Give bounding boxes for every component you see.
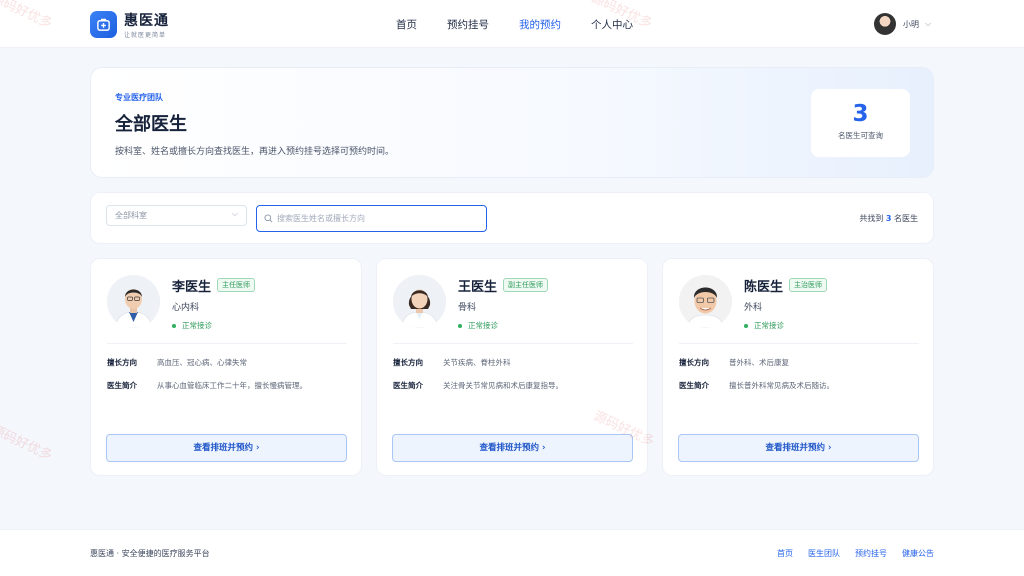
hero-banner: 专业医疗团队 全部医生 按科室、姓名或擅长方向查找医生，再进入预约挂号选择可预约… <box>90 67 934 178</box>
bio-label: 医生简介 <box>393 381 423 390</box>
doctor-bio-row: 医生简介 擅长普外科常见病及术后随访。 <box>679 380 834 391</box>
status-dot-icon <box>458 324 462 328</box>
hero-tag: 专业医疗团队 <box>115 93 163 102</box>
view-schedule-book-button[interactable]: 查看排班并预约 › <box>106 434 347 462</box>
footer-links: 首页 医生团队 预约挂号 健康公告 <box>762 548 934 559</box>
footer-text: 惠医通 · 安全便捷的医疗服务平台 <box>90 549 210 558</box>
specialty-label: 擅长方向 <box>107 358 137 367</box>
result-count-value: 3 <box>885 214 892 223</box>
brand-name[interactable]: 惠医通 <box>124 10 169 30</box>
doctor-name: 李医生 <box>172 280 212 295</box>
status-dot-icon <box>744 324 748 328</box>
footer-link-announcements[interactable]: 健康公告 <box>902 548 934 559</box>
nav-item-booking[interactable]: 预约挂号 <box>447 17 489 32</box>
doctor-specialty-row: 擅长方向 关节疾病、脊柱外科 <box>393 357 511 368</box>
doctor-status: 正常接诊 <box>744 320 784 331</box>
hospital-logo-icon[interactable] <box>90 11 117 38</box>
doctor-department: 心内科 <box>172 303 200 313</box>
doctor-status: 正常接诊 <box>458 320 498 331</box>
doctor-title-badge: 主任医师 <box>217 278 255 292</box>
user-name[interactable]: 小明 <box>903 19 919 30</box>
result-count: 共找到 3 名医生 <box>859 213 918 224</box>
doctor-bio: 从事心血管临床工作二十年，擅长慢病管理。 <box>157 381 307 390</box>
chevron-down-icon: ⌵ <box>231 209 238 218</box>
view-schedule-book-button[interactable]: 查看排班并预约 › <box>678 434 919 462</box>
footer-link-booking[interactable]: 预约挂号 <box>855 548 887 559</box>
doctor-title-badge: 副主任医师 <box>503 278 548 292</box>
footer-link-doctors[interactable]: 医生团队 <box>808 548 840 559</box>
divider <box>679 343 919 344</box>
filter-bar: 全部科室 ⌵ 共找到 3 名医生 <box>90 192 934 244</box>
doctor-status-text: 正常接诊 <box>468 321 498 330</box>
search-box[interactable] <box>256 205 487 232</box>
doctor-department: 骨科 <box>458 303 477 313</box>
brand-tagline: 让就医更简单 <box>124 32 167 39</box>
avatar[interactable] <box>874 13 896 35</box>
doctor-photo <box>393 275 446 328</box>
chevron-down-icon[interactable]: ⌵ <box>925 19 931 29</box>
doctor-count-value: 3 <box>852 101 869 127</box>
doctor-card: 李医生 主任医师 心内科 正常接诊 擅长方向 高血压、冠心病、心律失常 医生简介 从… <box>90 258 362 476</box>
doctor-specialty-row: 擅长方向 普外科、术后康复 <box>679 357 789 368</box>
doctor-status-text: 正常接诊 <box>182 321 212 330</box>
watermark: 源码好优多 <box>0 422 55 464</box>
doctor-specialty: 关节疾病、脊柱外科 <box>443 358 511 367</box>
doctor-name: 陈医生 <box>744 280 784 295</box>
doctor-title-badge: 主治医师 <box>789 278 827 292</box>
footer-link-home[interactable]: 首页 <box>777 548 793 559</box>
doctor-count-label: 名医生可查询 <box>838 131 883 140</box>
specialty-label: 擅长方向 <box>393 358 423 367</box>
search-icon <box>264 214 273 223</box>
main-nav: 首页 预约挂号 我的预约 个人中心 <box>396 17 663 32</box>
doctor-photo <box>107 275 160 328</box>
doctor-bio: 关注骨关节常见病和术后康复指导。 <box>443 381 563 390</box>
doctor-specialty: 普外科、术后康复 <box>729 358 789 367</box>
doctor-status-text: 正常接诊 <box>754 321 784 330</box>
user-menu[interactable]: 小明 ⌵ <box>874 13 931 35</box>
doctor-photo <box>679 275 732 328</box>
nav-item-home[interactable]: 首页 <box>396 17 417 32</box>
doctor-count-card: 3 名医生可查询 <box>811 89 910 157</box>
top-navigation-bar: 惠医通 让就医更简单 首页 预约挂号 我的预约 个人中心 小明 ⌵ <box>0 0 1024 48</box>
doctor-name: 王医生 <box>458 280 498 295</box>
doctor-specialty-row: 擅长方向 高血压、冠心病、心律失常 <box>107 357 247 368</box>
doctor-bio-row: 医生简介 从事心血管临床工作二十年，擅长慢病管理。 <box>107 380 307 391</box>
specialty-label: 擅长方向 <box>679 358 709 367</box>
doctor-status: 正常接诊 <box>172 320 212 331</box>
medical-kit-icon <box>97 18 110 31</box>
divider <box>107 343 347 344</box>
divider <box>393 343 633 344</box>
hero-description: 按科室、姓名或擅长方向查找医生，再进入预约挂号选择可预约时间。 <box>115 147 395 157</box>
doctor-bio-row: 医生简介 关注骨关节常见病和术后康复指导。 <box>393 380 563 391</box>
department-select[interactable]: 全部科室 ⌵ <box>106 205 247 226</box>
bio-label: 医生简介 <box>679 381 709 390</box>
result-count-suffix: 名医生 <box>894 214 918 223</box>
department-select-value: 全部科室 <box>115 211 147 220</box>
doctor-card: 王医生 副主任医师 骨科 正常接诊 擅长方向 关节疾病、脊柱外科 医生简介 关注骨关… <box>376 258 648 476</box>
doctor-card: 陈医生 主治医师 外科 正常接诊 擅长方向 普外科、术后康复 医生简介 擅长普外科常… <box>662 258 934 476</box>
search-input[interactable] <box>277 206 477 231</box>
view-schedule-book-button[interactable]: 查看排班并预约 › <box>392 434 633 462</box>
nav-item-profile[interactable]: 个人中心 <box>591 17 633 32</box>
status-dot-icon <box>172 324 176 328</box>
doctor-specialty: 高血压、冠心病、心律失常 <box>157 358 247 367</box>
doctor-department: 外科 <box>744 303 763 313</box>
page-title: 全部医生 <box>115 114 187 135</box>
footer: 惠医通 · 安全便捷的医疗服务平台 首页 医生团队 预约挂号 健康公告 <box>0 529 1024 576</box>
bio-label: 医生简介 <box>107 381 137 390</box>
result-count-prefix: 共找到 <box>859 214 884 223</box>
doctor-bio: 擅长普外科常见病及术后随访。 <box>729 381 834 390</box>
nav-item-my-appointments[interactable]: 我的预约 <box>519 17 561 32</box>
